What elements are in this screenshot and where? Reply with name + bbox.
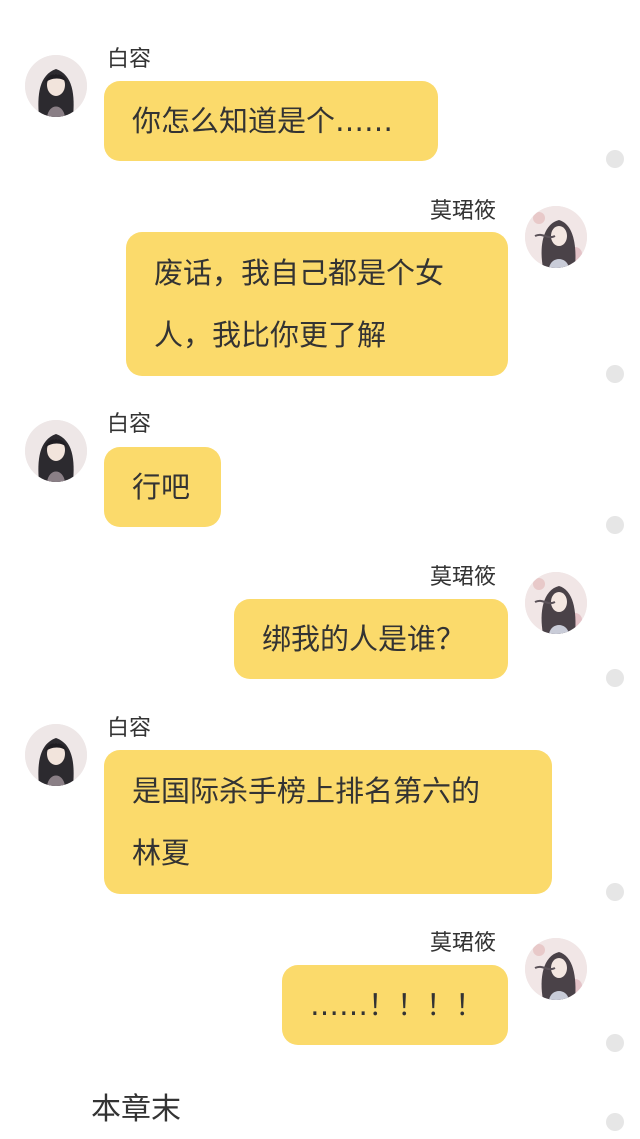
message-text: 林夏	[132, 836, 191, 870]
long-hair-character-avatar-icon	[25, 420, 87, 482]
sender-avatar-left[interactable]	[25, 420, 87, 482]
message-bubble[interactable]: 绑我的人是谁？	[234, 599, 508, 679]
sender-name: 莫珺筱	[430, 931, 497, 956]
message-text: 废话，我自己都是个女	[154, 256, 445, 290]
flowing-hair-girl-avatar-icon	[525, 938, 587, 1000]
message-bubble[interactable]: ……！！！！	[282, 965, 508, 1045]
sender-avatar-right[interactable]	[525, 572, 587, 634]
message-bubble[interactable]: 行吧	[104, 447, 221, 527]
message-text: 是国际杀手榜上排名第六的	[132, 774, 481, 808]
sender-avatar-left[interactable]	[25, 55, 87, 117]
status-dot[interactable]	[606, 150, 624, 168]
sender-avatar-right[interactable]	[525, 938, 587, 1000]
chapter-end-label: 本章末	[91, 1092, 181, 1127]
status-dot[interactable]	[606, 883, 624, 901]
status-dot[interactable]	[606, 1034, 624, 1052]
status-dot[interactable]	[606, 1113, 624, 1131]
sender-name: 莫珺筱	[430, 565, 497, 590]
message-bubble[interactable]: 是国际杀手榜上排名第六的 林夏	[104, 750, 552, 894]
long-hair-character-avatar-icon	[25, 724, 87, 786]
status-dot[interactable]	[606, 669, 624, 687]
message-text: ……！！！！	[310, 988, 485, 1022]
sender-name: 白容	[107, 412, 152, 437]
sender-avatar-left[interactable]	[25, 724, 87, 786]
status-dot[interactable]	[606, 365, 624, 383]
long-hair-character-avatar-icon	[25, 55, 87, 117]
message-bubble[interactable]: 你怎么知道是个……	[104, 81, 438, 161]
sender-name: 白容	[107, 47, 152, 72]
status-dot[interactable]	[606, 516, 624, 534]
sender-name: 白容	[107, 716, 152, 741]
flowing-hair-girl-avatar-icon	[525, 572, 587, 634]
sender-avatar-right[interactable]	[525, 206, 587, 268]
message-text: 人，我比你更了解	[154, 318, 387, 352]
message-bubble[interactable]: 废话，我自己都是个女 人，我比你更了解	[126, 232, 508, 376]
sender-name: 莫珺筱	[430, 199, 497, 224]
message-text: 绑我的人是谁？	[262, 622, 466, 656]
flowing-hair-girl-avatar-icon	[525, 206, 587, 268]
message-text: 你怎么知道是个……	[132, 104, 394, 138]
message-text: 行吧	[132, 470, 191, 504]
